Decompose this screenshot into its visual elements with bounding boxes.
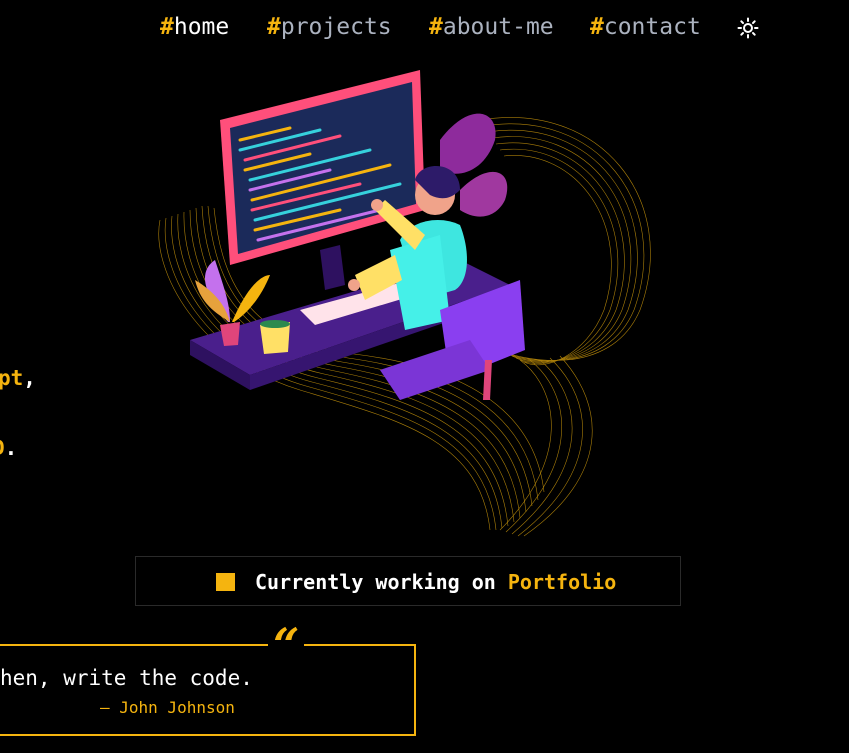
hero-line-1: pt, [0, 364, 36, 392]
status-project-link[interactable]: Portfolio [508, 570, 616, 594]
sun-icon [737, 17, 759, 39]
status-label: Currently working on Portfolio [255, 568, 616, 596]
nav-projects-link[interactable]: #projects [267, 12, 392, 42]
quote-author: — John Johnson [100, 698, 235, 717]
nav-hash: # [160, 14, 174, 40]
status-square-icon [216, 573, 235, 591]
nav-hash: # [267, 14, 281, 40]
current-project-status: Currently working on Portfolio [135, 556, 681, 606]
nav-label: home [173, 14, 230, 40]
hero-line-2: D. [0, 434, 17, 462]
nav-about-me-link[interactable]: #about-me [429, 12, 554, 42]
quote-mark-icon: “ [268, 622, 305, 668]
nav-contact-link[interactable]: #contact [590, 12, 701, 42]
nav-label: about-me [442, 14, 554, 40]
top-nav: #home #projects #about-me #contact [0, 12, 849, 42]
status-prefix: Currently working on [255, 570, 508, 594]
nav-label: contact [603, 14, 701, 40]
nav-hash: # [590, 14, 604, 40]
theme-toggle-button[interactable] [737, 17, 759, 39]
developer-illustration [158, 70, 651, 537]
hero-text-rest: , [23, 366, 36, 390]
quote-text: hen, write the code. [0, 666, 253, 690]
nav-label: projects [280, 14, 392, 40]
hero-text-rest: . [4, 436, 18, 460]
decor-leaf [440, 113, 496, 174]
page: #home #projects #about-me #contact pt, .… [0, 0, 849, 753]
nav-hash: # [429, 14, 443, 40]
mug [260, 320, 290, 354]
nav-home-link[interactable]: #home [160, 12, 229, 42]
hero-accent: pt [0, 366, 24, 390]
